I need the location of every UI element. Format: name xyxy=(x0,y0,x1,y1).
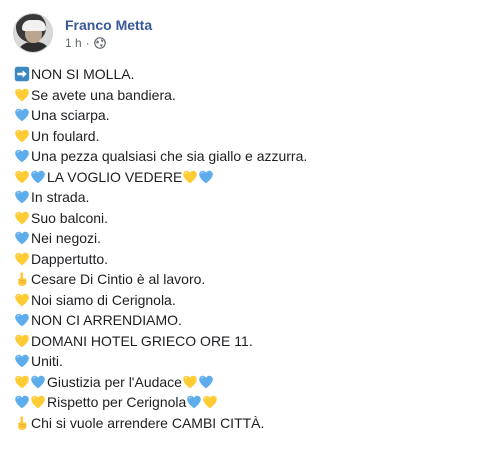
post-text-line: Una sciarpa. xyxy=(14,105,307,126)
blue-heart-icon xyxy=(14,189,30,205)
meta-separator: · xyxy=(85,35,90,50)
post-line-text: In strada. xyxy=(31,189,90,205)
post-meta: Franco Metta 1 h · xyxy=(65,16,152,51)
post-text-line: Una pezza qualsiasi che sia giallo e azz… xyxy=(14,146,307,167)
yellow-heart-icon xyxy=(14,87,30,103)
post-text-line: Uniti. xyxy=(14,351,307,372)
globe-icon[interactable] xyxy=(93,37,106,49)
blue-heart-icon xyxy=(198,169,214,185)
post-line-text: Uniti. xyxy=(31,353,63,369)
yellow-heart-icon xyxy=(30,394,46,410)
yellow-heart-icon xyxy=(182,169,198,185)
post-text-line: Cesare Di Cintio è al lavoro. xyxy=(14,269,307,290)
blue-heart-icon xyxy=(198,374,214,390)
pointing-up-hand-icon xyxy=(14,415,30,431)
post-line-text: Nei negozi. xyxy=(31,230,102,246)
yellow-heart-icon xyxy=(14,128,30,144)
blue-heart-icon xyxy=(14,394,30,410)
post-line-text: Giustizia per l'Audace xyxy=(47,373,182,390)
post-header: Franco Metta 1 h · xyxy=(13,11,152,55)
post-text-line: Rispetto per Cerignola xyxy=(14,392,307,413)
blue-heart-icon xyxy=(14,353,30,369)
post-line-text: Dappertutto. xyxy=(31,250,109,267)
post-time[interactable]: 1 h xyxy=(65,36,82,51)
post-text-line: NON CI ARRENDIAMO. xyxy=(14,310,307,331)
pointing-up-hand-icon xyxy=(14,271,30,287)
post-line-text: Rispetto per Cerignola xyxy=(47,394,187,410)
blue-heart-icon xyxy=(14,148,30,164)
author-name[interactable]: Franco Metta xyxy=(65,16,152,34)
post-line-text: Un foulard. xyxy=(31,127,100,144)
post-text-line: Dappertutto. xyxy=(14,249,307,270)
post-text-line: Un foulard. xyxy=(14,126,307,147)
post-line-text: DOMANI HOTEL GRIECO ORE 11. xyxy=(31,332,253,349)
post-line-text: NON SI MOLLA. xyxy=(31,66,135,82)
blue-heart-icon xyxy=(14,107,30,123)
blue-heart-icon xyxy=(14,312,30,328)
yellow-heart-icon xyxy=(14,333,30,349)
yellow-heart-icon xyxy=(182,374,198,390)
blue-heart-icon xyxy=(30,169,46,185)
post-line-text: NON CI ARRENDIAMO. xyxy=(31,312,182,328)
post-text-line: LA VOGLIO VEDERE xyxy=(14,167,307,188)
blue-heart-icon xyxy=(30,374,46,390)
yellow-heart-icon xyxy=(14,169,30,185)
post-line-text: Se avete una bandiera. xyxy=(31,86,176,103)
post-line-text: Noi siamo di Cerignola. xyxy=(31,291,176,308)
facebook-post: Franco Metta 1 h · NON SI MOLLA. Se avete… xyxy=(0,0,489,453)
arrow-right-icon xyxy=(14,66,30,82)
post-line-text: Una pezza qualsiasi che sia giallo e azz… xyxy=(31,148,308,164)
post-line-text: Cesare Di Cintio è al lavoro. xyxy=(31,271,206,287)
post-subline: 1 h · xyxy=(65,36,152,51)
post-text-line: Nei negozi. xyxy=(14,228,307,249)
post-text-line: Chi si vuole arrendere CAMBI CITTÀ. xyxy=(14,413,307,434)
post-text-line: In strada. xyxy=(14,187,307,208)
yellow-heart-icon xyxy=(202,394,218,410)
post-text-line: Suo balconi. xyxy=(14,208,307,229)
post-line-text: Chi si vuole arrendere CAMBI CITTÀ. xyxy=(31,414,265,431)
post-body: NON SI MOLLA. Se avete una bandiera. Una s… xyxy=(14,64,307,433)
yellow-heart-icon xyxy=(14,210,30,226)
post-text-line: NON SI MOLLA. xyxy=(14,64,307,85)
author-avatar[interactable] xyxy=(13,13,53,53)
post-line-text: Suo balconi. xyxy=(31,209,109,226)
blue-heart-icon xyxy=(186,394,202,410)
blue-heart-icon xyxy=(14,230,30,246)
post-text-line: Giustizia per l'Audace xyxy=(14,372,307,393)
post-text-line: Se avete una bandiera. xyxy=(14,85,307,106)
post-text-line: DOMANI HOTEL GRIECO ORE 11. xyxy=(14,331,307,352)
yellow-heart-icon xyxy=(14,374,30,390)
post-line-text: Una sciarpa. xyxy=(31,107,110,123)
yellow-heart-icon xyxy=(14,292,30,308)
post-line-text: LA VOGLIO VEDERE xyxy=(47,168,183,185)
post-text-line: Noi siamo di Cerignola. xyxy=(14,290,307,311)
yellow-heart-icon xyxy=(14,251,30,267)
